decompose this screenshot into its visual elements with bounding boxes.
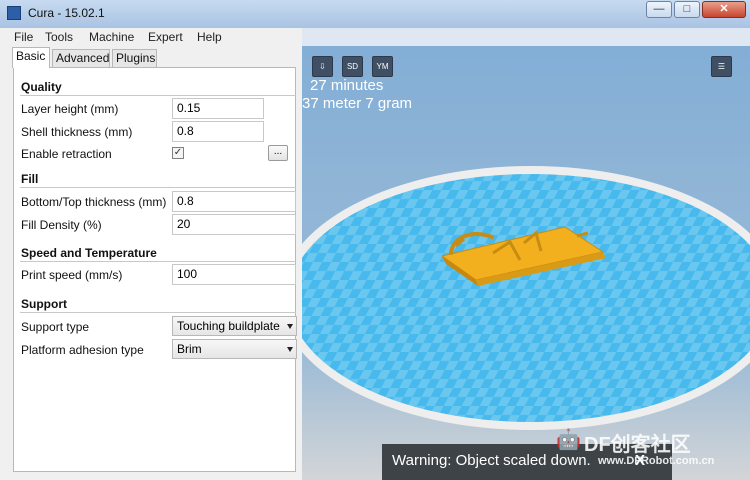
close-icon: ✕ — [719, 3, 729, 15]
title-bar: Cura - 15.02.1 — □ ✕ — [0, 0, 750, 28]
print-speed-label: Print speed (mm/s) — [21, 268, 123, 282]
divider — [20, 261, 296, 262]
app-icon — [7, 6, 21, 20]
save-sd-icon[interactable]: SD — [342, 56, 363, 77]
layer-height-label: Layer height (mm) — [21, 102, 119, 116]
maximize-button[interactable]: □ — [674, 1, 700, 18]
support-type-value: Touching buildplate — [177, 319, 280, 333]
bottom-top-thickness-label: Bottom/Top thickness (mm) — [21, 195, 167, 209]
menu-bar: File Tools Machine Expert Help — [0, 28, 302, 46]
watermark: 🤖 DF创客社区 www.DFRobot.com.cn — [556, 426, 746, 474]
divider — [20, 312, 296, 313]
minimize-button[interactable]: — — [646, 1, 672, 18]
divider — [20, 95, 296, 96]
divider — [20, 187, 296, 188]
platform-adhesion-select[interactable]: Brim — [172, 339, 297, 359]
watermark-url: www.DFRobot.com.cn — [598, 455, 715, 467]
section-quality: Quality — [21, 80, 62, 94]
checkmark-icon: ✓ — [173, 147, 183, 158]
print-speed-input[interactable]: 100 — [172, 264, 296, 285]
shell-thickness-input[interactable]: 0.8 — [172, 121, 264, 142]
view-mode-icon[interactable]: ☰ — [711, 56, 732, 77]
section-fill: Fill — [21, 172, 39, 186]
support-type-label: Support type — [21, 320, 90, 334]
menu-bar-extension — [302, 28, 750, 46]
material-usage: 37 meter 7 gram — [302, 95, 413, 112]
tab-advanced[interactable]: Advanced — [52, 49, 110, 67]
dropdown-arrow-icon — [287, 347, 293, 352]
build-plate — [302, 174, 750, 422]
tab-basic[interactable]: Basic — [12, 47, 50, 68]
3d-viewport[interactable]: ⇩ SD YM ☰ 27 minutes 37 meter 7 gram War… — [302, 46, 750, 480]
robot-logo-icon: 🤖 — [556, 429, 581, 451]
close-button[interactable]: ✕ — [702, 1, 746, 18]
section-support: Support — [21, 297, 67, 311]
menu-machine[interactable]: Machine — [89, 30, 134, 44]
tab-plugins[interactable]: Plugins — [112, 49, 157, 67]
cura-window: Cura - 15.02.1 — □ ✕ File Tools Machine … — [0, 0, 750, 480]
watermark-brand: DF创客社区 — [584, 434, 691, 456]
minimize-icon: — — [653, 3, 665, 15]
fill-density-label: Fill Density (%) — [21, 218, 102, 232]
print-time: 27 minutes — [310, 77, 384, 94]
platform-adhesion-value: Brim — [177, 342, 202, 356]
section-speed: Speed and Temperature — [21, 246, 157, 260]
menu-tools[interactable]: Tools — [45, 30, 73, 44]
load-model-icon[interactable]: ⇩ — [312, 56, 333, 77]
menu-file[interactable]: File — [14, 30, 33, 44]
youmagine-icon[interactable]: YM — [372, 56, 393, 77]
dropdown-arrow-icon — [287, 324, 293, 329]
menu-expert[interactable]: Expert — [148, 30, 183, 44]
shell-thickness-label: Shell thickness (mm) — [21, 125, 133, 139]
maximize-icon: □ — [683, 3, 691, 15]
window-title: Cura - 15.02.1 — [28, 6, 105, 20]
enable-retraction-label: Enable retraction — [21, 147, 112, 161]
platform-adhesion-label: Platform adhesion type — [21, 343, 144, 357]
fill-density-input[interactable]: 20 — [172, 214, 296, 235]
basic-settings: Quality Layer height (mm) 0.15 Shell thi… — [13, 67, 297, 472]
enable-retraction-checkbox[interactable]: ✓ — [172, 147, 184, 159]
bottom-top-thickness-input[interactable]: 0.8 — [172, 191, 296, 212]
support-type-select[interactable]: Touching buildplate — [172, 316, 297, 336]
retraction-settings-button[interactable]: ... — [268, 145, 288, 161]
settings-panel: Basic Advanced Plugins Quality Layer hei… — [0, 46, 302, 480]
menu-help[interactable]: Help — [197, 30, 222, 44]
layer-height-input[interactable]: 0.15 — [172, 98, 264, 119]
